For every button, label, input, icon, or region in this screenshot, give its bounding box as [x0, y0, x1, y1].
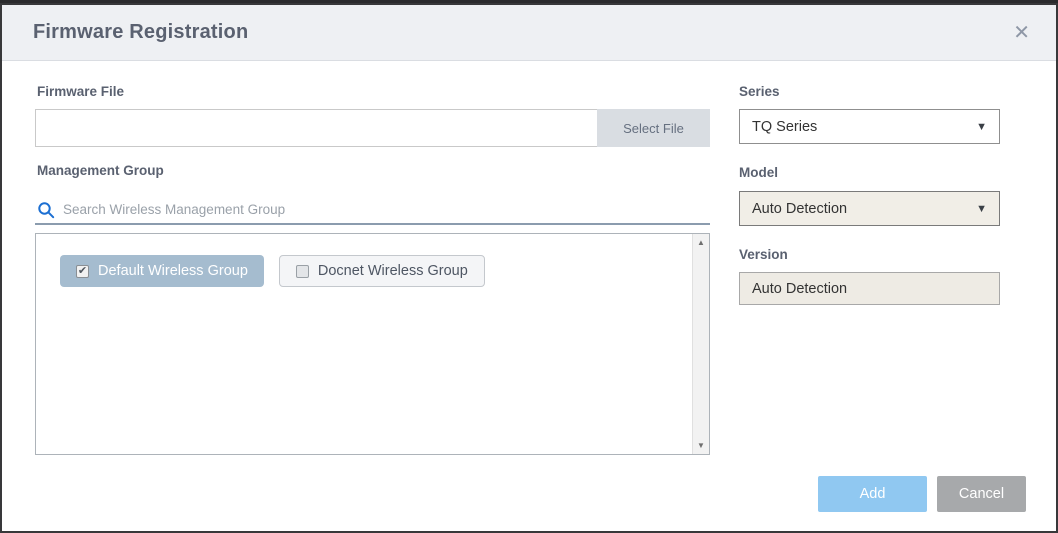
list-scrollbar[interactable]: ▲ ▼: [692, 234, 709, 454]
firmware-file-row: Select File: [35, 109, 710, 147]
series-select[interactable]: TQ Series ▼: [739, 109, 1000, 144]
scroll-down-icon[interactable]: ▼: [693, 437, 709, 454]
management-group-label: Management Group: [37, 163, 164, 178]
group-chip-docnet-wireless[interactable]: Docnet Wireless Group: [279, 255, 485, 287]
group-chip-label: Docnet Wireless Group: [318, 263, 468, 279]
group-chip-label: Default Wireless Group: [98, 263, 248, 279]
select-file-button[interactable]: Select File: [597, 109, 710, 147]
close-icon[interactable]: ✕: [1013, 23, 1030, 43]
group-chips: ✔ Default Wireless Group Docnet Wireless…: [60, 255, 679, 287]
series-selected-value: TQ Series: [752, 119, 817, 135]
dialog-title: Firmware Registration: [33, 21, 248, 44]
management-group-list: ✔ Default Wireless Group Docnet Wireless…: [35, 233, 710, 455]
firmware-registration-dialog: Firmware Registration ✕ Firmware File Se…: [0, 3, 1058, 533]
group-search-input[interactable]: [63, 202, 710, 220]
checkbox-unchecked-icon[interactable]: [296, 265, 309, 278]
version-value: Auto Detection: [752, 281, 847, 297]
chevron-down-icon: ▼: [976, 203, 987, 215]
group-search-row: [35, 199, 710, 225]
dialog-header: Firmware Registration ✕: [2, 5, 1056, 61]
checkbox-checked-icon[interactable]: ✔: [76, 265, 89, 278]
screen: Firmware Registration ✕ Firmware File Se…: [0, 0, 1058, 533]
model-label: Model: [739, 165, 778, 180]
model-selected-value: Auto Detection: [752, 201, 847, 217]
group-chip-default-wireless[interactable]: ✔ Default Wireless Group: [60, 255, 264, 287]
scroll-up-icon[interactable]: ▲: [693, 234, 709, 251]
search-icon: [37, 201, 55, 219]
version-field: Auto Detection: [739, 272, 1000, 305]
series-label: Series: [739, 84, 780, 99]
add-button[interactable]: Add: [818, 476, 927, 512]
version-label: Version: [739, 247, 788, 262]
firmware-file-input[interactable]: [35, 109, 597, 147]
cancel-button[interactable]: Cancel: [937, 476, 1026, 512]
chevron-down-icon: ▼: [976, 121, 987, 133]
model-select[interactable]: Auto Detection ▼: [739, 191, 1000, 226]
firmware-file-label: Firmware File: [37, 84, 124, 99]
